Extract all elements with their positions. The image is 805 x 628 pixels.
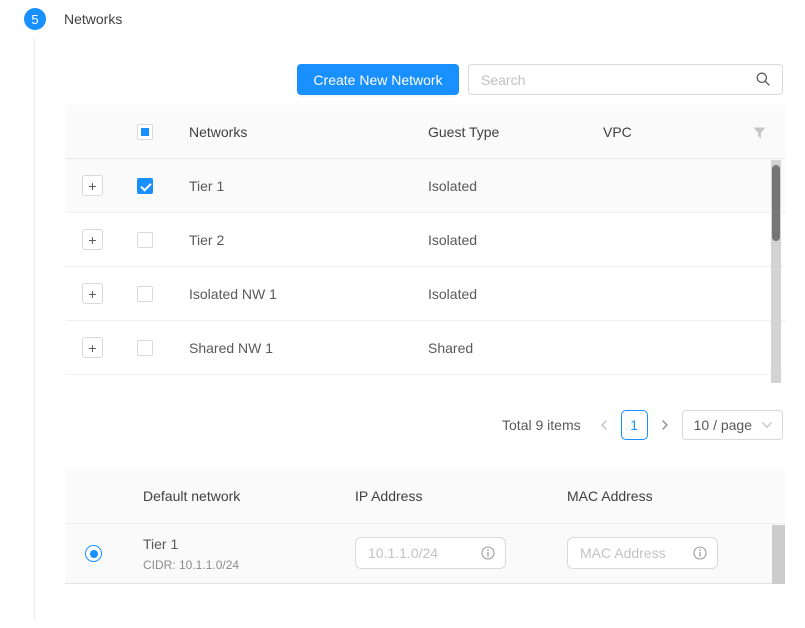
chevron-down-icon <box>762 422 772 429</box>
row-checkbox[interactable] <box>137 178 153 194</box>
create-new-network-button[interactable]: Create New Network <box>297 64 459 95</box>
network-name: Tier 1 <box>189 178 224 194</box>
row-checkbox[interactable] <box>137 286 153 302</box>
default-table-scrollbar-track[interactable] <box>772 525 785 584</box>
default-network-table-header: Default network IP Address MAC Address <box>65 469 785 524</box>
step-number-badge: 5 <box>24 8 46 30</box>
step-item-networks[interactable]: 5 Networks <box>24 8 122 30</box>
step-title: Networks <box>64 11 122 27</box>
info-icon[interactable] <box>693 546 707 563</box>
default-network-row: Tier 1 CIDR: 10.1.1.0/24 <box>65 524 785 584</box>
guest-type: Isolated <box>428 178 477 194</box>
network-name: Isolated NW 1 <box>189 286 277 302</box>
networks-step-page: 5 Networks Create New Network Networks G… <box>0 0 805 628</box>
column-header-default-network: Default network <box>143 488 240 504</box>
table-scrollbar-thumb[interactable] <box>772 165 780 241</box>
guest-type: Isolated <box>428 286 477 302</box>
guest-type: Isolated <box>428 232 477 248</box>
expand-row-button[interactable]: + <box>82 229 103 250</box>
table-row: + Isolated NW 1 Isolated <box>65 267 785 321</box>
guest-type: Shared <box>428 340 473 356</box>
info-icon[interactable] <box>481 546 495 563</box>
search-icon <box>755 71 771 90</box>
previous-page-button[interactable] <box>595 410 613 440</box>
table-row: + Tier 2 Isolated <box>65 213 785 267</box>
page-size-value: 10 / page <box>694 417 752 433</box>
expand-row-button[interactable]: + <box>82 175 103 196</box>
row-checkbox[interactable] <box>137 232 153 248</box>
page-size-select[interactable]: 10 / page <box>682 410 783 440</box>
table-row: + Tier 1 Isolated <box>65 159 785 213</box>
mac-address-field-wrap <box>567 537 718 569</box>
networks-table-header: Networks Guest Type VPC <box>65 105 785 159</box>
default-network-radio[interactable] <box>85 545 102 562</box>
row-checkbox[interactable] <box>137 340 153 356</box>
step-connector-line <box>34 38 35 620</box>
default-network-name: Tier 1 <box>143 536 178 552</box>
network-name: Tier 2 <box>189 232 224 248</box>
column-header-vpc: VPC <box>603 124 632 140</box>
filter-icon[interactable] <box>753 126 766 142</box>
network-name: Shared NW 1 <box>189 340 273 356</box>
column-header-mac-address: MAC Address <box>567 488 653 504</box>
expand-row-button[interactable]: + <box>82 337 103 358</box>
default-network-cidr: CIDR: 10.1.1.0/24 <box>143 558 239 572</box>
table-row: + Shared NW 1 Shared <box>65 321 785 375</box>
default-network-table: Default network IP Address MAC Address T… <box>65 469 785 584</box>
page-1-button[interactable]: 1 <box>621 410 648 440</box>
column-header-networks: Networks <box>189 124 247 140</box>
expand-row-button[interactable]: + <box>82 283 103 304</box>
ip-address-field-wrap <box>355 537 506 569</box>
search-input[interactable] <box>468 64 783 95</box>
column-header-guest-type: Guest Type <box>428 124 499 140</box>
pagination: Total 9 items 1 10 / page <box>65 410 783 440</box>
select-all-checkbox[interactable] <box>137 124 153 140</box>
column-header-ip-address: IP Address <box>355 488 422 504</box>
next-page-button[interactable] <box>656 410 674 440</box>
networks-table: Networks Guest Type VPC + Tier 1 Isolate… <box>65 105 785 375</box>
pagination-total: Total 9 items <box>502 417 581 433</box>
search-box <box>468 64 783 95</box>
